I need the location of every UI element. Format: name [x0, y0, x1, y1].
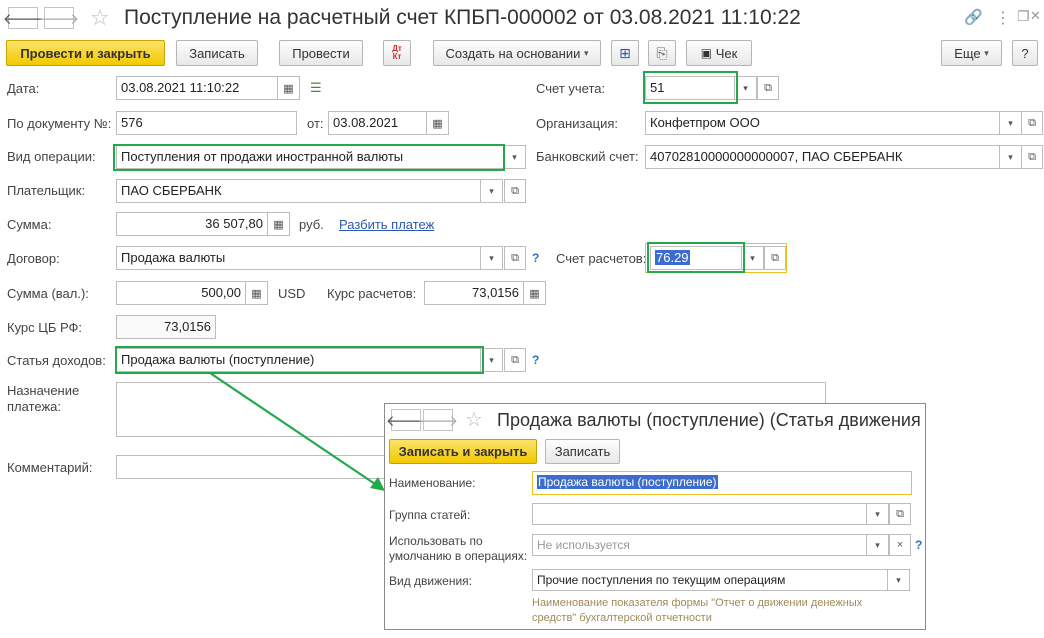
popup-group-label: Группа статей:	[389, 508, 471, 522]
arrow-right-icon: 🡒	[417, 412, 459, 430]
popup-default-dropdown-button[interactable]: ▾	[867, 534, 889, 556]
popup-default-input[interactable]: Не используется	[532, 534, 867, 556]
popup-name-value: Продажа валюты (поступление)	[537, 475, 718, 489]
popup-save-and-close-button[interactable]: Записать и закрыть	[389, 439, 537, 464]
income-item-popup: 🡐 🡒 ☆ Продажа валюты (поступление) (Стат…	[384, 403, 926, 630]
popup-forward-button[interactable]: 🡒	[418, 409, 458, 431]
popup-movement-input[interactable]: Прочие поступления по текущим операциям	[532, 569, 888, 591]
chevron-down-icon: ▾	[875, 539, 880, 550]
popup-name-label: Наименование:	[389, 476, 476, 490]
chevron-down-icon: ▾	[875, 508, 880, 519]
popup-name-input[interactable]: Продажа валюты (поступление)	[532, 471, 912, 495]
popup-default-help-icon[interactable]: ?	[915, 538, 922, 552]
clear-icon: ×	[896, 539, 904, 551]
popup-favorite-star-icon[interactable]: ☆	[465, 407, 483, 432]
popup-movement-dropdown-button[interactable]: ▾	[888, 569, 910, 591]
popup-group-dropdown-button[interactable]: ▾	[867, 503, 889, 525]
chevron-down-icon: ▾	[896, 574, 901, 585]
open-icon: ⧉	[896, 507, 904, 520]
popup-back-button[interactable]: 🡐	[386, 409, 426, 431]
popup-default-clear-button[interactable]: ×	[889, 534, 911, 556]
popup-default-label-line1: Использовать по	[389, 534, 483, 548]
popup-hint-line1: Наименование показателя формы "Отчет о д…	[532, 597, 863, 609]
popup-hint-line2: средств" бухгалтерской отчетности	[532, 612, 712, 624]
popup-title: Продажа валюты (поступление) (Статья дви…	[497, 410, 926, 430]
popup-movement-label: Вид движения:	[389, 574, 472, 588]
popup-default-label-line2: умолчанию в операциях:	[389, 549, 528, 563]
popup-group-open-button[interactable]: ⧉	[889, 503, 911, 525]
popup-save-button[interactable]: Записать	[545, 439, 620, 464]
popup-group-input[interactable]	[532, 503, 867, 525]
